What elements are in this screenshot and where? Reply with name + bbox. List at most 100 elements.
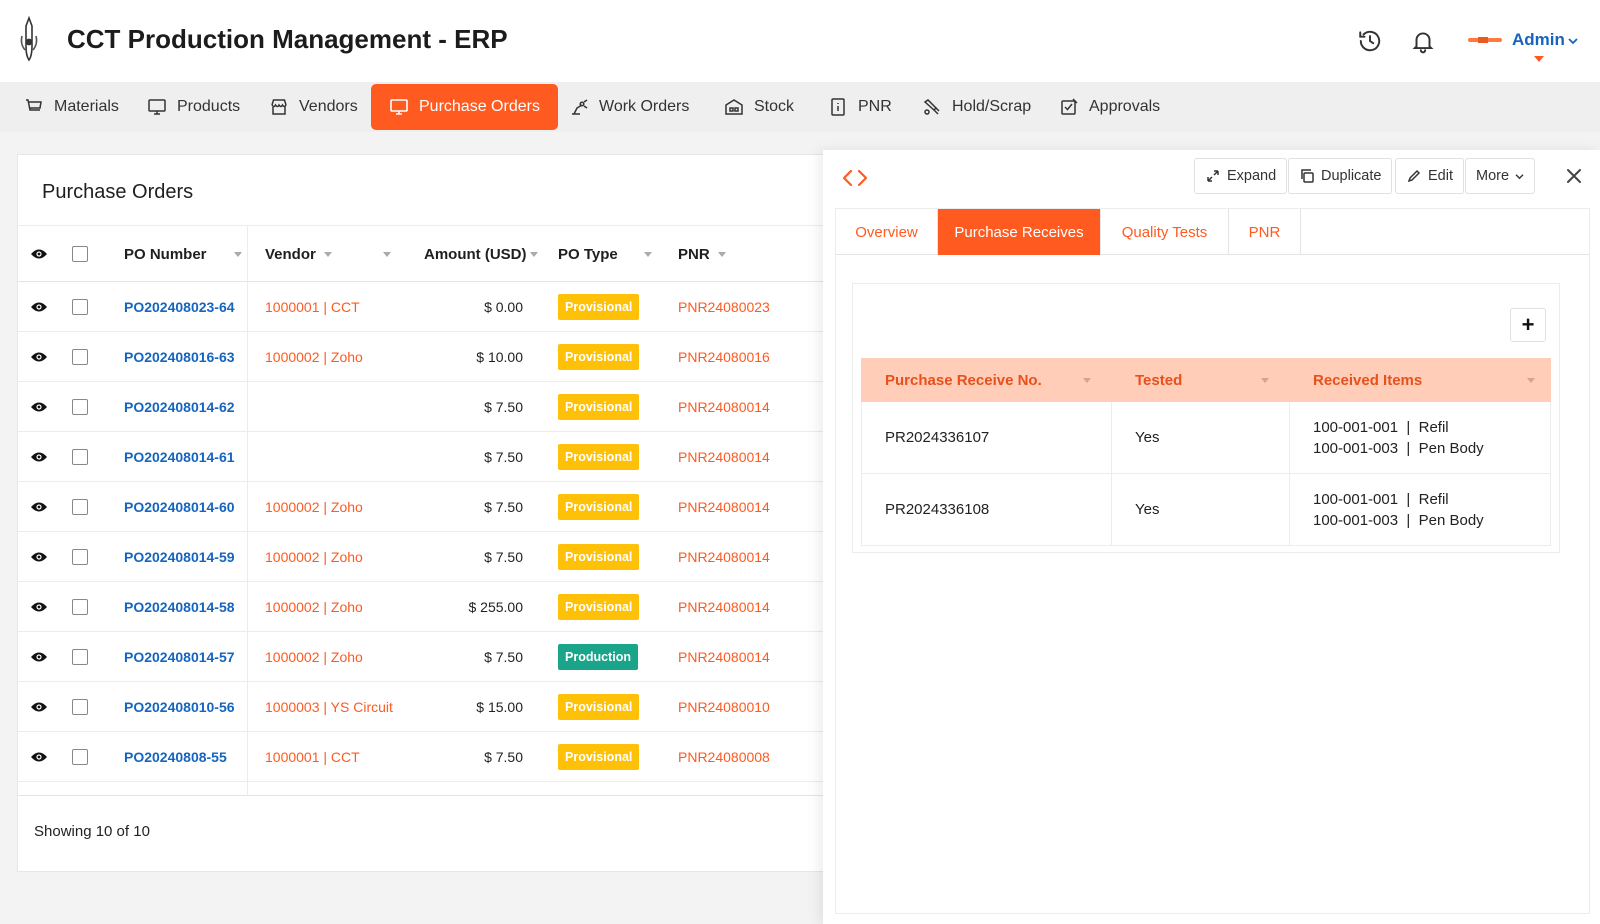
po-number-link[interactable]: PO20240808-55: [124, 732, 227, 781]
pnr-link[interactable]: PNR24080016: [678, 332, 770, 381]
table-row[interactable]: PO202408014-59 1000002 | Zoho $ 7.50 Provis…: [18, 532, 826, 582]
nav-work-orders[interactable]: Work Orders: [569, 84, 689, 130]
po-number-link[interactable]: PO202408010-56: [124, 682, 235, 731]
table-row[interactable]: PO20240808-55 1000001 | CCT $ 7.50 Provisio…: [18, 732, 826, 782]
column-header-pnr[interactable]: PNR: [678, 226, 726, 282]
vendor-link[interactable]: 1000001 | CCT: [265, 282, 360, 331]
user-menu[interactable]: Admin: [1512, 30, 1565, 50]
row-checkbox[interactable]: [72, 482, 88, 531]
nav-materials[interactable]: Materials: [24, 84, 119, 130]
view-button[interactable]: [30, 382, 48, 431]
row-checkbox[interactable]: [72, 332, 88, 381]
vendor-link[interactable]: 1000002 | Zoho: [265, 482, 363, 531]
view-button[interactable]: [30, 732, 48, 781]
tab-pnr[interactable]: PNR: [1229, 209, 1301, 255]
vendor-link[interactable]: 1000003 | YS Circuit: [265, 682, 393, 731]
nav-pnr[interactable]: PNR: [828, 84, 892, 130]
nav-approvals[interactable]: Approvals: [1059, 84, 1160, 130]
code-brackets-icon[interactable]: [842, 168, 868, 188]
sort-caret-icon[interactable]: [1083, 377, 1091, 383]
table-row[interactable]: PO202408010-56 1000003 | YS Circuit $ 15.0…: [18, 682, 826, 732]
sort-caret-icon[interactable]: [644, 251, 652, 257]
avatar[interactable]: [1468, 34, 1502, 46]
row-checkbox[interactable]: [72, 582, 88, 631]
pnr-link[interactable]: PNR24080014: [678, 582, 770, 631]
po-number-link[interactable]: PO202408014-60: [124, 482, 235, 531]
nav-purchase-orders[interactable]: Purchase Orders: [371, 84, 558, 130]
view-button[interactable]: [30, 482, 48, 531]
po-number-link[interactable]: PO202408014-59: [124, 532, 235, 581]
sort-caret-icon[interactable]: [1527, 377, 1535, 383]
select-all-checkbox[interactable]: [72, 226, 88, 282]
tab-quality-tests[interactable]: Quality Tests: [1101, 209, 1229, 255]
pnr-link[interactable]: PNR24080014: [678, 532, 770, 581]
receive-row[interactable]: PR2024336108 Yes 100-001-001 | Refil 100-00…: [861, 474, 1551, 546]
row-checkbox[interactable]: [72, 532, 88, 581]
vendor-link[interactable]: 1000002 | Zoho: [265, 632, 363, 681]
pnr-link[interactable]: PNR24080014: [678, 382, 770, 431]
pnr-link[interactable]: PNR24080010: [678, 682, 770, 731]
tab-purchase-receives[interactable]: Purchase Receives: [938, 209, 1101, 255]
vendor-link[interactable]: 1000002 | Zoho: [265, 532, 363, 581]
nav-vendors[interactable]: Vendors: [269, 84, 358, 130]
pnr-link[interactable]: PNR24080023: [678, 282, 770, 331]
po-number-link[interactable]: PO202408014-61: [124, 432, 235, 481]
pnr-link[interactable]: PNR24080008: [678, 732, 770, 781]
table-row[interactable]: PO202408014-57 1000002 | Zoho $ 7.50 Produc…: [18, 632, 826, 682]
column-header-type[interactable]: PO Type: [558, 226, 652, 282]
duplicate-button[interactable]: Duplicate: [1288, 158, 1393, 194]
sort-caret-icon[interactable]: [234, 251, 242, 257]
table-row[interactable]: PO202408023-64 1000001 | CCT $ 0.00 Provisi…: [18, 282, 826, 332]
close-icon[interactable]: [1565, 167, 1583, 185]
po-number-link[interactable]: PO202408014-62: [124, 382, 235, 431]
pnr-link[interactable]: PNR24080014: [678, 432, 770, 481]
po-number-link[interactable]: PO202408014-57: [124, 632, 235, 681]
table-row[interactable]: PO202408014-61 $ 7.50 Provisional PNR240800…: [18, 432, 826, 482]
column-header-received-items[interactable]: Received Items: [1313, 358, 1535, 402]
add-receive-button[interactable]: +: [1510, 308, 1546, 342]
po-number-link[interactable]: PO202408023-64: [124, 282, 235, 331]
view-button[interactable]: [30, 432, 48, 481]
view-button[interactable]: [30, 282, 48, 331]
table-row[interactable]: PO202408016-63 1000002 | Zoho $ 10.00 Provi…: [18, 332, 826, 382]
sort-caret-icon[interactable]: [323, 251, 332, 257]
nav-products[interactable]: Products: [147, 84, 240, 130]
vendor-link[interactable]: 1000001 | CCT: [265, 732, 360, 781]
sort-caret-icon[interactable]: [530, 251, 539, 257]
edit-button[interactable]: Edit: [1395, 158, 1464, 194]
table-row[interactable]: PO202408014-62 $ 7.50 Provisional PNR240800…: [18, 382, 826, 432]
history-icon[interactable]: [1357, 28, 1383, 54]
po-number-link[interactable]: PO202408016-63: [124, 332, 235, 381]
table-row[interactable]: PO202408014-60 1000002 | Zoho $ 7.50 Provis…: [18, 482, 826, 532]
column-header-tested[interactable]: Tested: [1135, 358, 1269, 402]
view-button[interactable]: [30, 582, 48, 631]
chevron-down-icon[interactable]: [1568, 37, 1578, 45]
column-header-amount[interactable]: Amount (USD): [424, 226, 539, 282]
nav-stock[interactable]: Stock: [724, 84, 794, 130]
view-button[interactable]: [30, 682, 48, 731]
row-checkbox[interactable]: [72, 632, 88, 681]
nav-hold-scrap[interactable]: Hold/Scrap: [922, 84, 1031, 130]
expand-button[interactable]: Expand: [1194, 158, 1288, 194]
pnr-link[interactable]: PNR24080014: [678, 632, 770, 681]
sort-caret-icon[interactable]: [1261, 377, 1269, 383]
row-checkbox[interactable]: [72, 282, 88, 331]
tab-overview[interactable]: Overview: [836, 209, 938, 255]
vendor-link[interactable]: 1000002 | Zoho: [265, 582, 363, 631]
row-checkbox[interactable]: [72, 682, 88, 731]
view-button[interactable]: [30, 332, 48, 381]
column-header-vendor[interactable]: Vendor: [265, 226, 391, 282]
bell-icon[interactable]: [1410, 28, 1436, 54]
filter-caret-icon[interactable]: [383, 251, 391, 257]
column-header-po[interactable]: PO Number: [124, 226, 242, 282]
more-button[interactable]: More: [1465, 158, 1536, 194]
column-header-receive-no[interactable]: Purchase Receive No.: [885, 358, 1091, 402]
row-checkbox[interactable]: [72, 432, 88, 481]
pnr-link[interactable]: PNR24080014: [678, 482, 770, 531]
row-checkbox[interactable]: [72, 382, 88, 431]
sort-caret-icon[interactable]: [717, 251, 726, 257]
view-button[interactable]: [30, 632, 48, 681]
view-button[interactable]: [30, 532, 48, 581]
po-number-link[interactable]: PO202408014-58: [124, 582, 235, 631]
table-row[interactable]: PO202408014-58 1000002 | Zoho $ 255.00 Prov…: [18, 582, 826, 632]
